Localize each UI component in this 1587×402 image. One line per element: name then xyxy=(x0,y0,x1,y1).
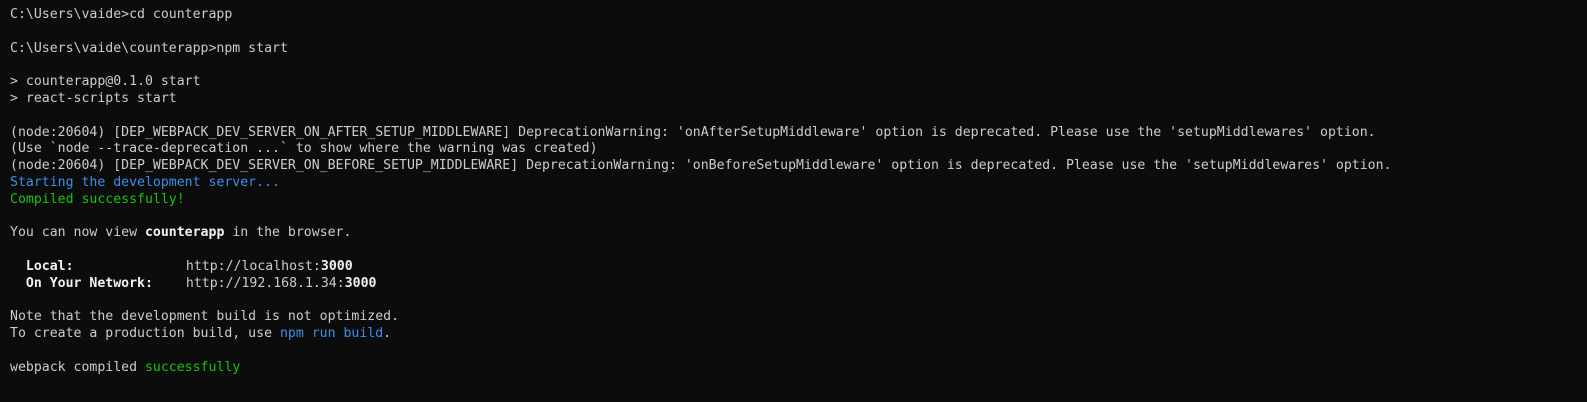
network-url-line: On Your Network: http://192.168.1.34:3000 xyxy=(10,276,1577,293)
local-label: Local: xyxy=(25,258,74,274)
deprecation-warning-before: (node:20604) [DEP_WEBPACK_DEV_SERVER_ON_… xyxy=(10,158,1392,174)
local-port: 3000 xyxy=(320,258,353,274)
view-app-message: You can now view counterapp in the brows… xyxy=(10,225,1577,242)
terminal-window[interactable]: C:\Users\vaide>cd counterapp C:\Users\va… xyxy=(0,0,1587,402)
app-name: counterapp xyxy=(144,225,225,241)
dev-build-note: Note that the development build is not o… xyxy=(10,309,400,325)
local-url-prefix: http://localhost: xyxy=(185,258,321,274)
trace-deprecation-hint: (Use `node --trace-deprecation ...` to s… xyxy=(10,141,598,157)
terminal-line-script-name: > counterapp@0.1.0 start xyxy=(10,74,201,90)
view-prefix: You can now view xyxy=(10,225,145,241)
terminal-line-npm-start: C:\Users\vaide\counterapp>npm start xyxy=(10,40,288,56)
terminal-line-script-cmd: > react-scripts start xyxy=(10,90,177,106)
view-suffix: in the browser. xyxy=(224,225,352,241)
webpack-prefix: webpack compiled xyxy=(10,359,145,375)
starting-server-message: Starting the development server... xyxy=(10,174,280,190)
webpack-status-line: webpack compiled successfully xyxy=(10,360,1577,377)
production-build-note: To create a production build, use npm ru… xyxy=(10,326,1577,343)
network-url[interactable]: http://192.168.1.34:3000 xyxy=(186,276,377,291)
build-command: npm run build xyxy=(279,326,384,342)
webpack-status: successfully xyxy=(144,359,241,375)
terminal-line-cd: C:\Users\vaide>cd counterapp xyxy=(10,7,233,22)
network-port: 3000 xyxy=(344,275,377,291)
local-url-line: Local: http://localhost:3000 xyxy=(10,259,1577,276)
compiled-success-message: Compiled successfully! xyxy=(10,191,185,207)
prod-note-prefix: To create a production build, use xyxy=(10,326,280,342)
local-url[interactable]: http://localhost:3000 xyxy=(186,259,353,274)
network-url-prefix: http://192.168.1.34: xyxy=(185,275,345,291)
network-label: On Your Network: xyxy=(25,275,153,291)
prod-note-suffix: . xyxy=(383,326,392,342)
deprecation-warning-after: (node:20604) [DEP_WEBPACK_DEV_SERVER_ON_… xyxy=(10,124,1376,140)
